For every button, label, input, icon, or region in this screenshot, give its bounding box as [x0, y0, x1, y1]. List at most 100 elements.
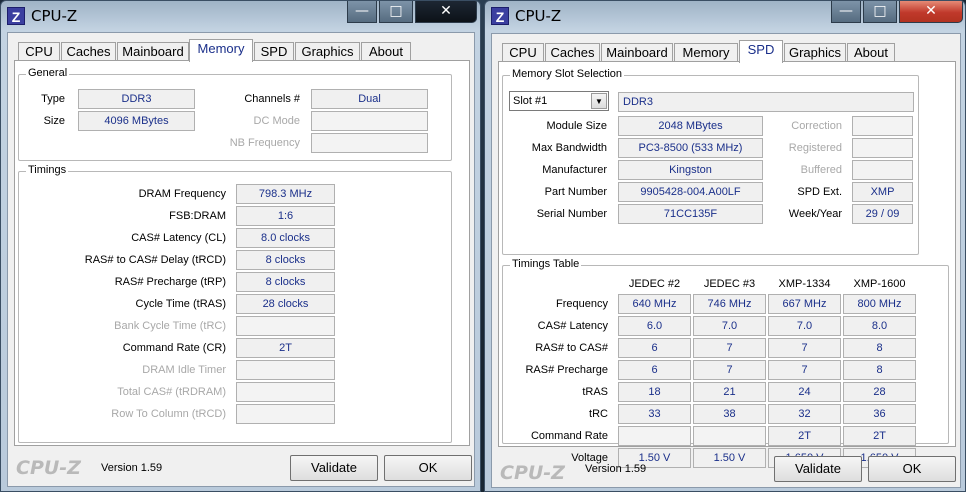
general-group: General Type DDR3 Size 4096 MBytes Chann…	[18, 67, 452, 161]
timings-column-header: JEDEC #2	[628, 278, 681, 290]
chevron-down-icon[interactable]: ▼	[591, 93, 607, 109]
channels-label: Channels #	[244, 93, 300, 105]
size-value: 4096 MBytes	[78, 111, 195, 131]
tab-cpu[interactable]: CPU	[502, 43, 544, 62]
type-value: DDR3	[78, 89, 195, 109]
slot-field-label: Module Size	[546, 120, 607, 132]
nb-frequency-label: NB Frequency	[229, 137, 300, 149]
slot-extra-value: 29 / 09	[852, 204, 913, 224]
timings-cell: 36	[843, 404, 916, 424]
slot-field-label: Part Number	[544, 186, 607, 198]
nb-frequency-value	[311, 133, 428, 153]
slot-field-label: Manufacturer	[542, 164, 607, 176]
dc-mode-value	[311, 111, 428, 131]
version-text: Version 1.59	[101, 462, 163, 474]
tab-spd[interactable]: SPD	[739, 40, 783, 63]
size-label: Size	[43, 115, 65, 127]
timings-cell: 2T	[843, 426, 916, 446]
cpuz-window-right: Z CPU-Z — □ ✕ CPU Caches Mainboard Memor…	[484, 0, 966, 492]
cpuz-app-icon: Z	[491, 7, 509, 25]
tab-spd[interactable]: SPD	[254, 42, 294, 61]
tab-about[interactable]: About	[361, 42, 411, 61]
tab-memory[interactable]: Memory	[674, 43, 738, 62]
client-area: CPU Caches Mainboard Memory SPD Graphics…	[7, 32, 475, 487]
maximize-button[interactable]: □	[863, 1, 897, 23]
timing-label: FSB:DRAM	[169, 210, 226, 222]
slot-field-label: Serial Number	[536, 208, 607, 220]
slot-field-value: 9905428-004.A00LF	[618, 182, 763, 202]
ok-button[interactable]: OK	[868, 456, 956, 482]
slot-extra-label: SPD Ext.	[797, 186, 842, 198]
window-title: CPU-Z	[515, 7, 562, 25]
minimize-button[interactable]: —	[347, 1, 377, 23]
slot-select[interactable]: Slot #1 ▼	[509, 91, 609, 111]
timings-cell: 7.0	[693, 316, 766, 336]
ok-button[interactable]: OK	[384, 455, 472, 481]
tab-memory[interactable]: Memory	[189, 39, 253, 62]
timings-cell: 1.50 V	[693, 448, 766, 468]
minimize-button[interactable]: —	[831, 1, 861, 23]
tab-cpu[interactable]: CPU	[18, 42, 60, 61]
tab-mainboard[interactable]: Mainboard	[117, 42, 189, 61]
slot-select-value: Slot #1	[513, 95, 548, 107]
memory-panel: General Type DDR3 Size 4096 MBytes Chann…	[14, 60, 470, 446]
memory-slot-legend: Memory Slot Selection	[510, 68, 625, 80]
timing-value	[236, 382, 335, 402]
timing-value: 8 clocks	[236, 250, 335, 270]
validate-button[interactable]: Validate	[774, 456, 862, 482]
window-title: CPU-Z	[31, 7, 78, 25]
client-area: CPU Caches Mainboard Memory SPD Graphics…	[491, 33, 961, 488]
close-button[interactable]: ✕	[415, 1, 477, 23]
memory-slot-group: Memory Slot Selection Slot #1 ▼ DDR3 Mod…	[502, 68, 919, 255]
timing-value: 1:6	[236, 206, 335, 226]
tab-graphics[interactable]: Graphics	[295, 42, 360, 61]
slot-extra-label: Registered	[788, 142, 842, 154]
maximize-button[interactable]: □	[379, 1, 413, 23]
timings-cell: 24	[768, 382, 841, 402]
timings-column-header: XMP-1334	[778, 278, 831, 290]
tab-caches[interactable]: Caches	[545, 43, 600, 62]
timing-label: Command Rate (CR)	[122, 342, 226, 354]
version-text: Version 1.59	[585, 463, 647, 475]
type-label: Type	[41, 93, 65, 105]
tab-mainboard[interactable]: Mainboard	[601, 43, 673, 62]
timing-label: DRAM Frequency	[138, 188, 226, 200]
slot-field-value: 2048 MBytes	[618, 116, 763, 136]
timings-cell: 7	[768, 360, 841, 380]
cpuz-brand-logo: CPU-Z	[500, 462, 565, 484]
tab-caches[interactable]: Caches	[61, 42, 116, 61]
timings-cell: 28	[843, 382, 916, 402]
timings-cell: 746 MHz	[693, 294, 766, 314]
tab-graphics[interactable]: Graphics	[784, 43, 846, 62]
timings-cell: 6.0	[618, 316, 691, 336]
slot-extra-label: Buffered	[800, 164, 842, 176]
cpuz-app-icon: Z	[7, 7, 25, 25]
timings-row-label: Frequency	[556, 298, 608, 310]
timing-label: Cycle Time (tRAS)	[135, 298, 226, 310]
timing-label: RAS# to CAS# Delay (tRCD)	[84, 254, 226, 266]
timing-value	[236, 360, 335, 380]
slot-extra-value	[852, 160, 913, 180]
timings-row-label: RAS# Precharge	[525, 364, 608, 376]
memory-type-value: DDR3	[618, 92, 914, 112]
timing-value: 8 clocks	[236, 272, 335, 292]
dc-mode-label: DC Mode	[253, 115, 300, 127]
timings-cell: 38	[693, 404, 766, 424]
title-bar[interactable]: Z CPU-Z — □ ✕	[485, 1, 965, 33]
timings-row-label: tRAS	[582, 386, 608, 398]
close-button[interactable]: ✕	[899, 1, 963, 23]
timings-cell: 6	[618, 338, 691, 358]
title-bar[interactable]: Z CPU-Z — □ ✕	[1, 1, 480, 33]
validate-button[interactable]: Validate	[290, 455, 378, 481]
timing-label: Total CAS# (tRDRAM)	[117, 386, 226, 398]
slot-field-value: 71CC135F	[618, 204, 763, 224]
spd-panel: Memory Slot Selection Slot #1 ▼ DDR3 Mod…	[498, 61, 956, 468]
timing-value: 2T	[236, 338, 335, 358]
timings-cell: 18	[618, 382, 691, 402]
timings-group: Timings DRAM Frequency 798.3 MHz FSB:DRAM 1…	[18, 164, 452, 443]
tab-about[interactable]: About	[847, 43, 895, 62]
slot-field-label: Max Bandwidth	[531, 142, 607, 154]
slot-extra-value	[852, 116, 913, 136]
timings-cell: 6	[618, 360, 691, 380]
general-legend: General	[26, 67, 70, 79]
